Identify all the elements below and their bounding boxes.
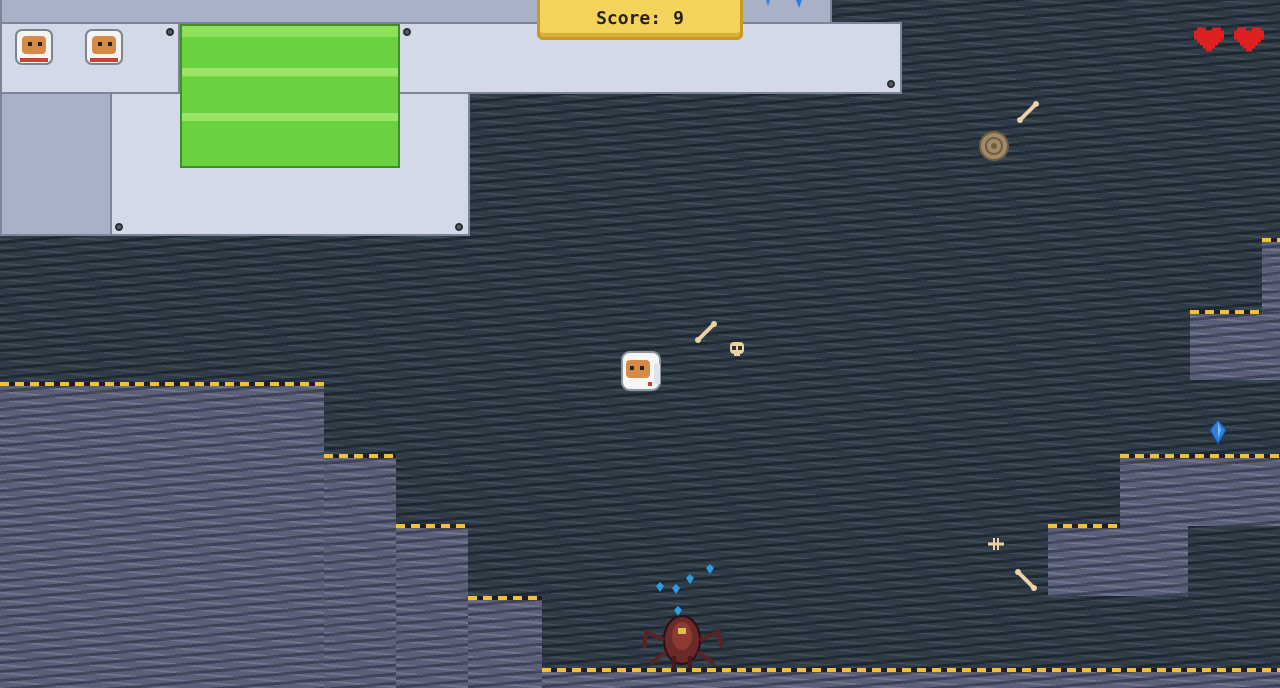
- crystal-icon: [766, 0, 802, 8]
- score-value: 9: [673, 8, 684, 29]
- rivet: [166, 28, 174, 36]
- rock-ledge: [1262, 240, 1280, 312]
- fossil-shell-icon: [979, 131, 1009, 161]
- hazard-edge: [1262, 238, 1280, 242]
- rock-ledge: [1120, 456, 1280, 526]
- rock-ledge: [468, 598, 542, 688]
- cave-crawler-enemy[interactable]: [642, 612, 724, 670]
- astronaut-life-icon: [85, 29, 123, 65]
- crystal-icon[interactable]: [1210, 420, 1226, 444]
- hazard-edge: [468, 596, 542, 600]
- bone-icon: [1015, 569, 1037, 591]
- score-display: Score: 9: [537, 0, 743, 40]
- hazard-edge: [1048, 524, 1120, 528]
- station-inner-panel: [0, 92, 112, 236]
- rock-ledge: [324, 456, 396, 688]
- hazard-edge: [1190, 310, 1260, 314]
- acid-pool: [180, 24, 400, 168]
- hazard-edge: [396, 524, 468, 528]
- rivet: [455, 223, 463, 231]
- lives-counter: [12, 26, 126, 70]
- heart-icon: [1194, 27, 1224, 52]
- rock-ledge: [1048, 526, 1188, 596]
- player-astronaut[interactable]: [618, 348, 666, 396]
- hazard-edge: [324, 454, 396, 458]
- rock-ledge: [0, 384, 324, 688]
- hazard-edge: [0, 382, 324, 386]
- rock-ledge: [1190, 312, 1280, 380]
- game-stage[interactable]: Score: 9: [0, 0, 1280, 688]
- rivet: [887, 80, 895, 88]
- rivet: [115, 223, 123, 231]
- bone-icon: [695, 321, 717, 343]
- rock-ledge: [396, 526, 468, 688]
- fish-bone-icon: [988, 538, 1004, 550]
- score-label: Score:: [596, 8, 662, 29]
- rivet: [403, 28, 411, 36]
- heart-icon: [1234, 27, 1264, 52]
- rock-floor: [542, 670, 1280, 688]
- astronaut-life-icon: [15, 29, 53, 65]
- hazard-edge: [1120, 454, 1280, 458]
- skull-icon: [730, 342, 744, 356]
- health-hearts: [1194, 24, 1264, 52]
- bone-icon: [1017, 101, 1039, 123]
